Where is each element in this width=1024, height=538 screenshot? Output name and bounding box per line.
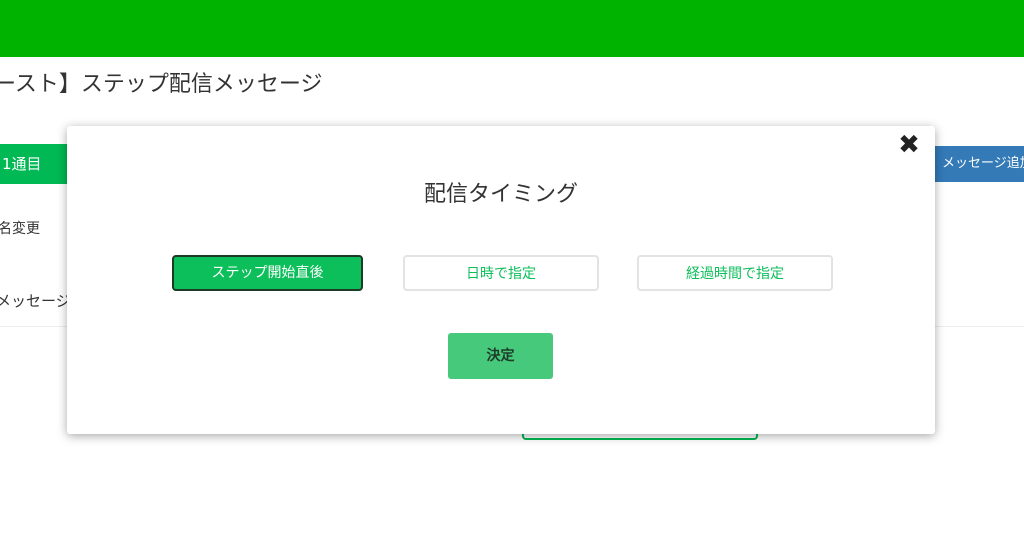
message-label: メッセージ (0, 292, 71, 310)
option-immediately-after-step-start[interactable]: ステップ開始直後 (172, 255, 363, 291)
page-title: ースト】ステップ配信メッセージ (0, 72, 323, 97)
top-header-bar (0, 0, 1024, 57)
add-message-button[interactable]: メッセージ追加 (932, 146, 1024, 182)
option-specify-datetime[interactable]: 日時で指定 (403, 255, 599, 291)
rename-link[interactable]: 名変更 (0, 218, 40, 238)
step-tab-first[interactable]: 1通目 (0, 144, 74, 184)
modal-title: 配信タイミング (423, 182, 578, 207)
close-icon[interactable]: ✖ (896, 132, 922, 158)
option-specify-elapsed-time[interactable]: 経過時間で指定 (637, 255, 833, 291)
delivery-timing-modal: ✖ 配信タイミング ステップ開始直後 日時で指定 経過時間で指定 決定 (67, 126, 935, 434)
confirm-button[interactable]: 決定 (448, 333, 553, 379)
